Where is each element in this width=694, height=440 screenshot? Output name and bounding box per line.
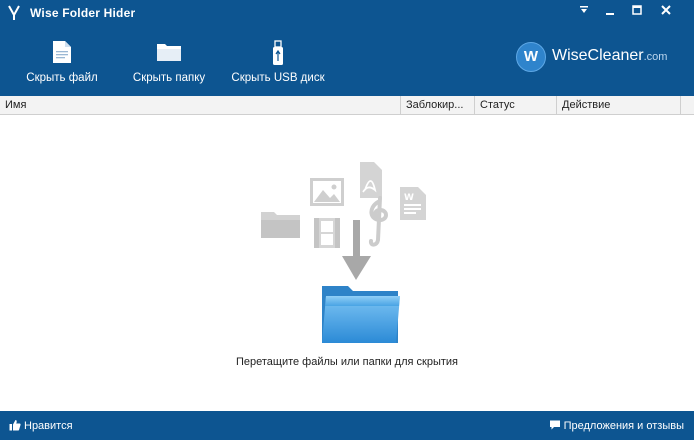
music-icon — [368, 196, 388, 247]
feedback-button[interactable]: Предложения и отзывы — [549, 419, 684, 432]
feedback-label: Предложения и отзывы — [563, 420, 684, 432]
document-icon: W — [400, 187, 426, 220]
image-icon — [310, 178, 344, 206]
pdf-icon — [360, 162, 382, 198]
drop-zone-illustration: W — [261, 162, 426, 343]
file-icon — [53, 41, 71, 63]
brand-name: WiseCleaner — [552, 47, 644, 64]
hide-file-button[interactable]: Скрыть файл — [20, 26, 104, 96]
menu-icon[interactable] — [573, 3, 595, 21]
column-name[interactable]: Имя — [0, 96, 401, 114]
title-bar: Wise Folder Hider — [0, 0, 694, 26]
like-label: Нравится — [24, 420, 73, 432]
column-locked[interactable]: Заблокир... — [401, 96, 475, 114]
film-icon — [314, 218, 340, 248]
brand-suffix: .com — [643, 51, 668, 63]
hide-file-label: Скрыть файл — [26, 72, 98, 84]
hide-usb-button[interactable]: Скрыть USB диск — [228, 26, 328, 96]
folder-icon — [261, 212, 300, 238]
like-button[interactable]: Нравится — [9, 419, 73, 432]
hide-folder-button[interactable]: Скрыть папку — [126, 26, 212, 96]
maximize-icon[interactable] — [626, 3, 648, 21]
status-bar: Нравится Предложения и отзывы — [0, 411, 694, 440]
close-icon[interactable] — [655, 3, 677, 21]
blue-folder-icon — [322, 286, 400, 343]
arrow-down-icon — [342, 220, 371, 280]
thumbs-up-icon — [9, 420, 21, 431]
drop-zone-caption: Перетащите файлы или папки для скрытия — [235, 356, 459, 368]
column-action[interactable]: Действие — [557, 96, 681, 114]
brand-logo-icon: W — [516, 42, 546, 72]
minimize-icon[interactable] — [599, 3, 621, 21]
toolbar: Скрыть файл Скрыть папку Скрыть USB диск… — [0, 26, 694, 96]
file-list-area[interactable]: W Перетащите файлы или папки для скрытия — [0, 115, 694, 411]
hide-folder-label: Скрыть папку — [132, 72, 206, 84]
speech-bubble-icon — [549, 420, 560, 430]
app-logo-icon — [8, 5, 20, 20]
column-status[interactable]: Статус — [475, 96, 557, 114]
file-list-header: Имя Заблокир... Статус Действие — [0, 96, 694, 115]
svg-text:W: W — [404, 193, 414, 203]
folder-icon — [157, 44, 181, 61]
usb-drive-icon — [273, 40, 283, 65]
hide-usb-label: Скрыть USB диск — [231, 72, 325, 84]
wisecleaner-logo[interactable]: W WiseCleaner.com — [516, 42, 678, 72]
window-title: Wise Folder Hider — [30, 6, 136, 20]
